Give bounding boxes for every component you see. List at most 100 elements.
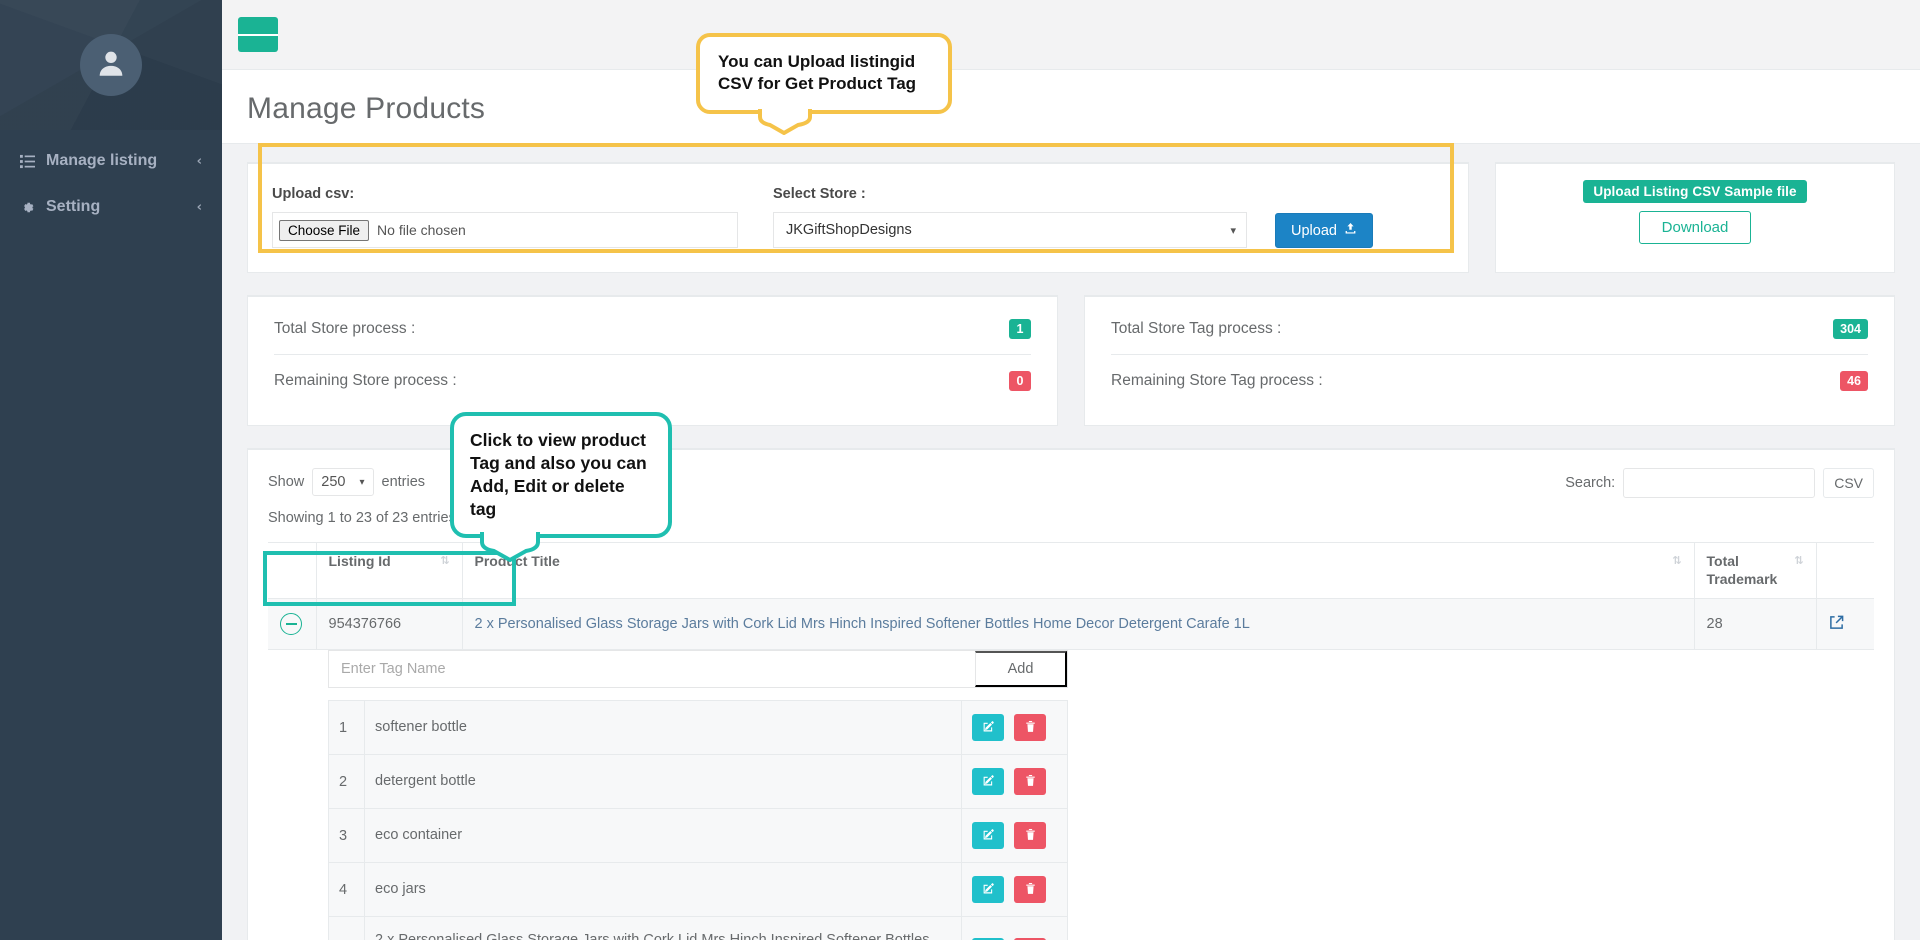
gear-icon <box>20 200 46 215</box>
chevron-down-icon: ▾ <box>359 476 365 488</box>
stat-label: Total Store process : <box>274 319 416 337</box>
row-action-cell[interactable] <box>1816 598 1874 651</box>
upload-button-label: Upload <box>1291 222 1337 239</box>
tag-actions <box>961 754 1068 810</box>
product-title-cell: 2 x Personalised Glass Storage Jars with… <box>462 598 1694 651</box>
hamburger-icon[interactable] <box>238 17 278 52</box>
search-input[interactable] <box>1623 468 1816 498</box>
minus-circle-icon[interactable] <box>280 613 302 636</box>
delete-tag-button[interactable] <box>1014 768 1047 796</box>
stat-total-store-process: Total Store process : 1 <box>274 303 1031 355</box>
callout-upload-text: You can Upload listingid CSV for Get Pro… <box>718 52 917 94</box>
products-table: Listing Id ⇅ Product Title ⇅ Total Trade… <box>268 542 1874 940</box>
edit-tag-button[interactable] <box>972 768 1004 796</box>
stat-label: Remaining Store process : <box>274 372 457 389</box>
expanded-tag-row: Add 1 softener bottle <box>268 649 1874 940</box>
tag-index: 4 <box>328 862 365 918</box>
tag-actions <box>961 700 1068 756</box>
store-select[interactable]: JKGiftShopDesigns ▾ <box>773 212 1247 248</box>
add-tag-button[interactable]: Add <box>975 651 1067 688</box>
sample-file-badge: Upload Listing CSV Sample file <box>1583 180 1807 203</box>
product-title-link[interactable]: 2 x Personalised Glass Storage Jars with… <box>475 616 1250 632</box>
delete-tag-button[interactable] <box>1014 822 1047 850</box>
chevron-left-icon: ‹ <box>196 199 202 215</box>
trash-icon <box>1024 828 1037 844</box>
edit-tag-button[interactable] <box>972 822 1004 850</box>
status-badge: 1 <box>1009 318 1031 339</box>
sort-icon: ⇅ <box>1794 554 1804 567</box>
store-process-panel: Total Store process : 1 Remaining Store … <box>247 295 1058 426</box>
upload-csv-label: Upload csv: <box>272 186 355 202</box>
entries-select[interactable]: 250 ▾ <box>312 468 374 496</box>
tag-actions <box>961 862 1068 918</box>
pencil-square-icon <box>982 720 995 736</box>
upload-icon <box>1344 222 1357 239</box>
delete-tag-button[interactable] <box>1014 876 1047 904</box>
tag-row: 1 softener bottle <box>328 700 1068 756</box>
pencil-square-icon <box>982 882 995 898</box>
col-expand <box>268 542 316 599</box>
tag-row: 2 detergent bottle <box>328 754 1068 810</box>
sort-icon: ⇅ <box>440 554 450 567</box>
sidebar-item-setting[interactable]: Setting ‹ <box>0 184 222 230</box>
store-tag-process-panel: Total Store Tag process : 304 Remaining … <box>1084 295 1895 426</box>
callout-upload-note: You can Upload listingid CSV for Get Pro… <box>696 33 952 135</box>
show-entries-control: Show 250 ▾ entries <box>268 468 456 496</box>
stat-remaining-store-tag-process: Remaining Store Tag process : 46 <box>1111 355 1868 407</box>
col-listing-id-label: Listing Id <box>328 553 391 569</box>
list-icon <box>20 154 46 169</box>
listing-id-cell: 954376766 <box>315 598 463 651</box>
status-badge: 46 <box>1840 371 1868 391</box>
total-trademark-cell: 28 <box>1693 598 1817 651</box>
chevron-down-icon: ▾ <box>1230 223 1236 237</box>
sidebar-nav: Manage listing ‹ Setting ‹ <box>0 130 222 230</box>
sample-file-panel: Upload Listing CSV Sample file Download <box>1495 162 1895 273</box>
tag-actions <box>961 808 1068 864</box>
delete-tag-button[interactable] <box>1014 714 1047 742</box>
select-store-field: Select Store : JKGiftShopDesigns ▾ <box>773 186 1247 248</box>
tag-add-row: Add <box>328 650 1068 689</box>
tag-row: 3 eco container <box>328 808 1068 864</box>
sidebar-item-label: Manage listing <box>46 152 158 169</box>
page-title: Manage Products <box>247 92 486 125</box>
entries-value: 250 <box>321 474 346 490</box>
tag-index: 2 <box>328 754 365 810</box>
col-product-title[interactable]: Product Title ⇅ <box>462 542 1694 599</box>
tag-name: 2 x Personalised Glass Storage Jars with… <box>364 916 962 940</box>
sidebar-profile <box>0 0 222 130</box>
expand-cell[interactable] <box>268 598 316 651</box>
csv-export-button[interactable]: CSV <box>1823 468 1874 498</box>
entries-label: entries <box>381 474 426 490</box>
external-link-icon[interactable] <box>1829 615 1844 634</box>
sidebar-item-manage-listing[interactable]: Manage listing ‹ <box>0 138 222 184</box>
content: Upload csv: Choose File No file chosen S… <box>222 144 1920 940</box>
trash-icon <box>1024 720 1037 736</box>
user-avatar-icon <box>94 46 128 85</box>
upload-csv-panel: Upload csv: Choose File No file chosen S… <box>247 162 1469 273</box>
download-sample-button[interactable]: Download <box>1638 211 1752 244</box>
sort-icon: ⇅ <box>1672 554 1682 567</box>
callout-tail-icon <box>480 532 540 563</box>
tag-row: 5 2 x Personalised Glass Storage Jars wi… <box>328 916 1068 940</box>
table-row: 954376766 2 x Personalised Glass Storage… <box>268 598 1874 651</box>
tag-area: Add 1 softener bottle <box>268 649 1874 940</box>
avatar <box>80 34 142 96</box>
callout-tag-text: Click to view product Tag and also you c… <box>470 430 647 520</box>
tag-table: 1 softener bottle 2 detergent bottle 3 e… <box>328 700 1068 940</box>
upload-button[interactable]: Upload <box>1275 213 1373 248</box>
callout-tag-note: Click to view product Tag and also you c… <box>450 412 672 563</box>
upload-row: Upload csv: Choose File No file chosen S… <box>247 162 1895 273</box>
search-control: Search: CSV <box>1565 468 1874 498</box>
col-listing-id[interactable]: Listing Id ⇅ <box>315 542 463 599</box>
col-total-trademark[interactable]: Total Trademark ⇅ <box>1693 542 1817 599</box>
tag-index: 1 <box>328 700 365 756</box>
pencil-square-icon <box>982 828 995 844</box>
callout-tail-icon <box>758 108 812 135</box>
edit-tag-button[interactable] <box>972 876 1004 904</box>
edit-tag-button[interactable] <box>972 714 1004 742</box>
tag-name: detergent bottle <box>364 754 962 810</box>
file-input[interactable]: Choose File No file chosen <box>272 212 738 248</box>
tag-name-input[interactable] <box>329 651 975 688</box>
choose-file-button[interactable]: Choose File <box>279 219 370 241</box>
app-root: Manage listing ‹ Setting ‹ Manage Produc… <box>0 0 1920 940</box>
